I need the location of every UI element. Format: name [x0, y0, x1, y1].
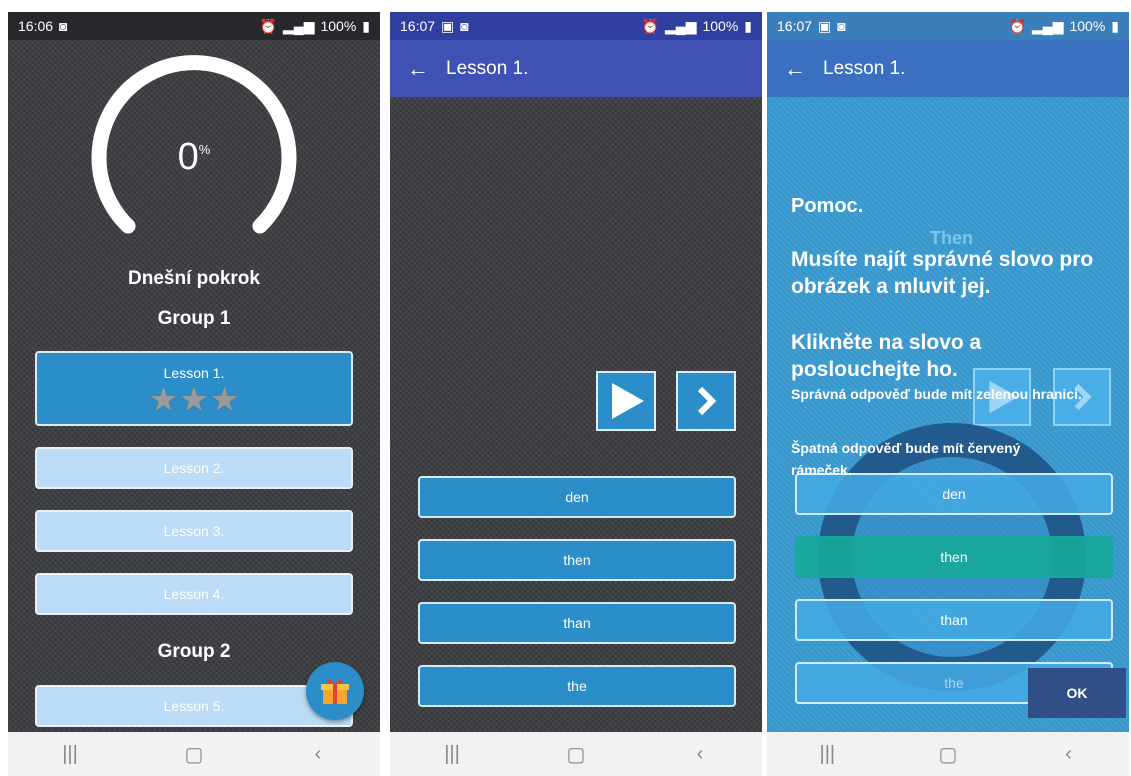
- answer-option[interactable]: than: [418, 602, 736, 644]
- progress-value: 0%: [177, 136, 211, 178]
- app-bar: ← Lesson 1.: [390, 40, 762, 97]
- answer-option[interactable]: den: [418, 476, 736, 518]
- star-icon: ★: [178, 381, 210, 419]
- help-title: Pomoc.: [791, 195, 864, 217]
- phone-screen-progress: 16:06 ◙ ⏰ ▂▄▆ 100% ▮ 0% Dnešní pokrok Gr…: [8, 12, 380, 776]
- status-bar: 16:06 ◙ ⏰ ▂▄▆ 100% ▮: [8, 12, 380, 40]
- lesson-4-button[interactable]: Lesson 4.: [35, 573, 353, 615]
- system-nav-bar: ||| ▢ ‹: [767, 732, 1129, 776]
- help-line-1: Musíte najít správné slovo pro obrázek a…: [791, 248, 1094, 298]
- lesson-2-button[interactable]: Lesson 2.: [35, 447, 353, 489]
- play-icon: [612, 383, 644, 419]
- signal-icon: ▂▄▆: [1032, 17, 1064, 34]
- lesson-title: Lesson 1.: [823, 57, 906, 79]
- status-bar: 16:07 ▣ ◙ ⏰ ▂▄▆ 100% ▮: [390, 12, 762, 40]
- system-nav-bar: ||| ▢ ‹: [8, 732, 380, 776]
- status-time: 16:07: [777, 18, 813, 34]
- recent-apps-icon[interactable]: |||: [40, 743, 100, 766]
- answer-option-correct[interactable]: then: [795, 536, 1113, 578]
- back-nav-icon[interactable]: ‹: [1039, 743, 1099, 766]
- alarm-icon: ⏰: [259, 17, 278, 34]
- help-line-2: Klikněte na slovo a poslouchejte ho.: [791, 331, 982, 381]
- home-icon[interactable]: ▢: [546, 742, 606, 767]
- system-nav-bar: ||| ▢ ‹: [390, 732, 762, 776]
- battery-icon: ▮: [362, 17, 370, 34]
- recent-apps-icon[interactable]: |||: [422, 743, 482, 766]
- battery-icon: ▮: [744, 17, 752, 34]
- chevron-right-icon: [697, 386, 717, 416]
- gift-icon: [321, 679, 349, 704]
- group-1-heading: Group 1: [157, 308, 231, 329]
- answer-option[interactable]: than: [795, 599, 1113, 641]
- help-line-4: Špatná odpověď bude mít červený rámeček.: [791, 440, 1021, 478]
- image-icon: ▣: [441, 17, 455, 34]
- home-icon[interactable]: ▢: [918, 742, 978, 767]
- star-icon: ★: [148, 381, 179, 419]
- answer-option[interactable]: then: [418, 539, 736, 581]
- back-arrow-icon[interactable]: ←: [767, 56, 823, 82]
- back-arrow-icon[interactable]: ←: [390, 56, 446, 82]
- today-progress-label: Dnešní pokrok: [128, 268, 260, 289]
- help-line-3: Správná odpověď bude mít zelenou hranici…: [791, 386, 1082, 402]
- lesson-1-button[interactable]: Lesson 1. ★ ★ ★: [35, 351, 353, 426]
- signal-icon: ▂▄▆: [665, 17, 697, 34]
- back-nav-icon[interactable]: ‹: [288, 743, 348, 766]
- battery-level: 100%: [320, 18, 357, 34]
- home-icon[interactable]: ▢: [164, 742, 224, 767]
- back-nav-icon[interactable]: ‹: [670, 743, 730, 766]
- answer-option[interactable]: the: [418, 665, 736, 707]
- phone-screen-lesson: 16:07 ▣ ◙ ⏰ ▂▄▆ 100% ▮ ← Lesson 1. den t…: [390, 12, 762, 776]
- star-icon: ★: [209, 381, 240, 419]
- battery-level: 100%: [702, 18, 739, 34]
- group-2-heading: Group 2: [157, 641, 231, 662]
- wifi-icon: ◙: [460, 18, 469, 34]
- progress-unit: %: [198, 142, 211, 157]
- lesson-title: Lesson 1.: [446, 57, 529, 79]
- image-icon: ▣: [818, 17, 832, 34]
- alarm-icon: ⏰: [641, 17, 660, 34]
- lesson-label: Lesson 1.: [163, 365, 225, 381]
- status-bar: 16:07 ▣ ◙ ⏰ ▂▄▆ 100% ▮: [767, 12, 1129, 40]
- play-button[interactable]: [596, 371, 656, 431]
- status-time: 16:07: [400, 18, 436, 34]
- wifi-icon: ◙: [59, 18, 68, 34]
- lesson-stars: ★ ★ ★: [37, 383, 351, 417]
- phone-screen-help: 16:07 ▣ ◙ ⏰ ▂▄▆ 100% ▮ ← Lesson 1. den t…: [767, 12, 1129, 776]
- battery-icon: ▮: [1111, 17, 1119, 34]
- ok-button[interactable]: OK: [1028, 668, 1126, 718]
- app-bar: ← Lesson 1.: [767, 40, 1129, 97]
- signal-icon: ▂▄▆: [283, 17, 315, 34]
- recent-apps-icon[interactable]: |||: [797, 743, 857, 766]
- alarm-icon: ⏰: [1008, 17, 1027, 34]
- gift-button[interactable]: [306, 662, 364, 720]
- lesson-3-button[interactable]: Lesson 3.: [35, 510, 353, 552]
- wifi-icon: ◙: [837, 18, 846, 34]
- next-button[interactable]: [676, 371, 736, 431]
- status-time: 16:06: [18, 18, 54, 34]
- battery-level: 100%: [1069, 18, 1106, 34]
